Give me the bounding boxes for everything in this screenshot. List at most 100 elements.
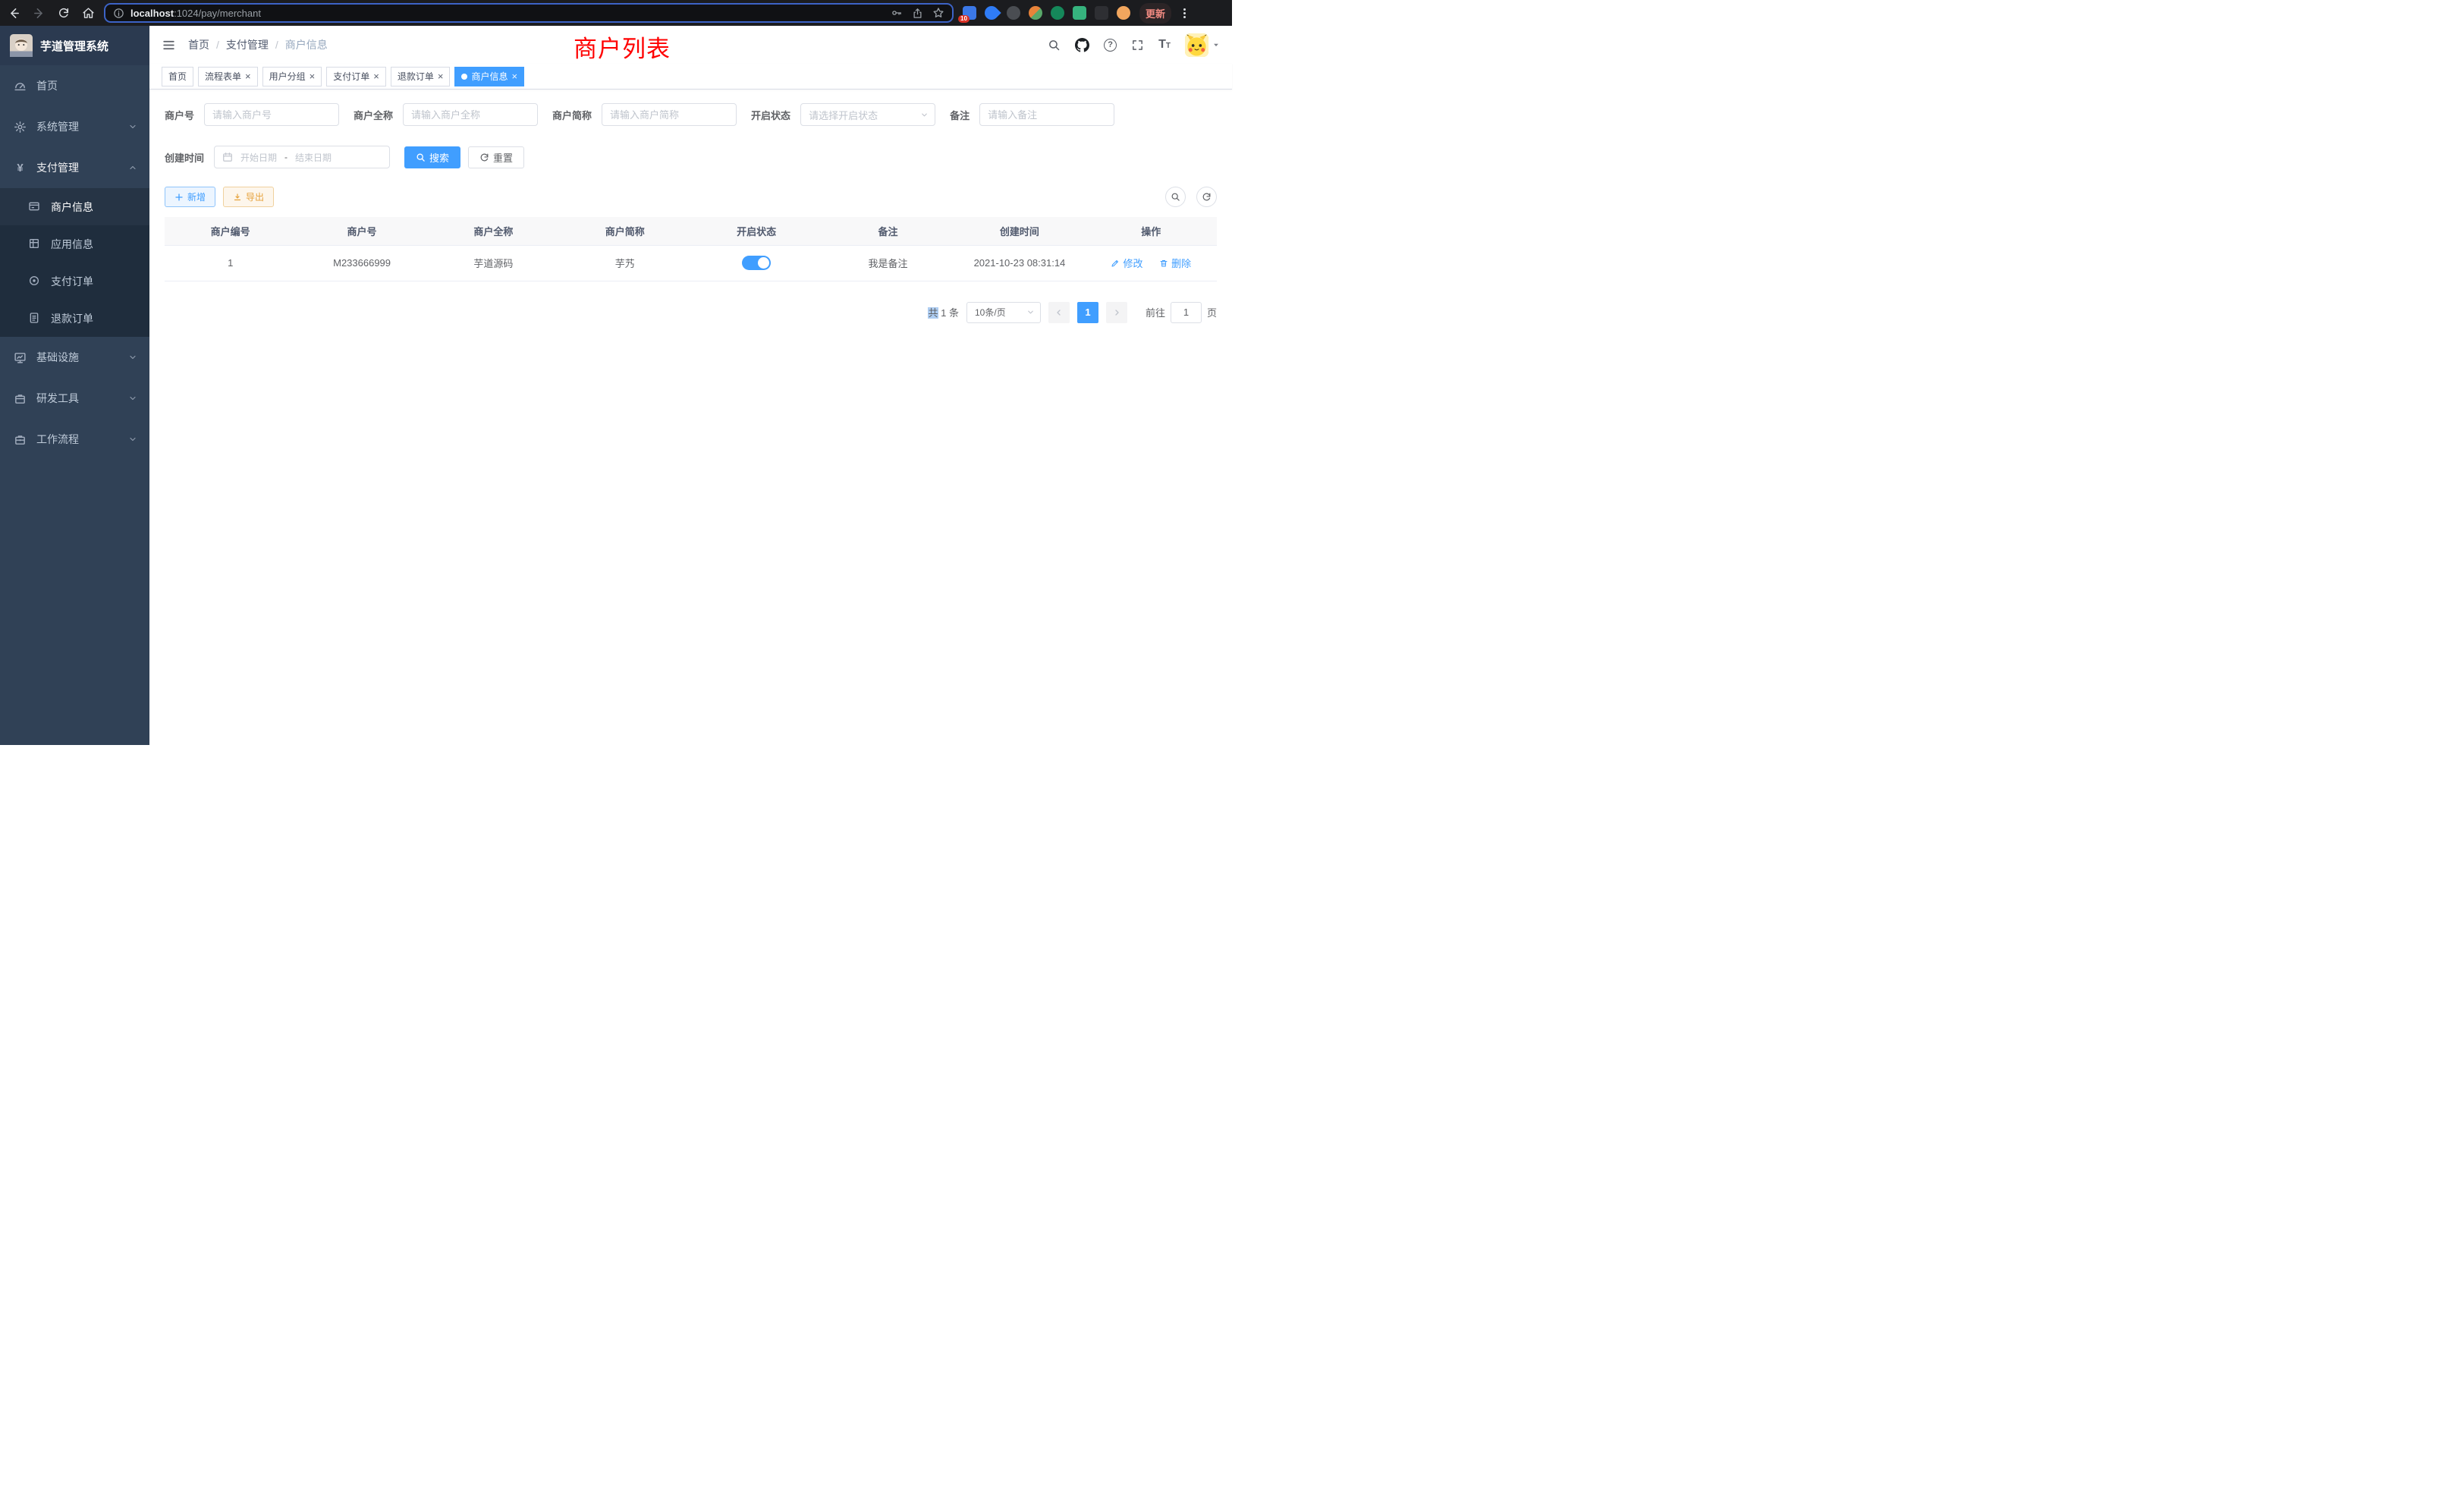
pin-extension-icon[interactable]: [1095, 6, 1108, 20]
pay-submenu: 商户信息 应用信息 支付订单: [0, 188, 149, 337]
sidebar-item-pay[interactable]: ¥ 支付管理: [0, 147, 149, 188]
password-key-icon[interactable]: [891, 7, 903, 19]
user-avatar[interactable]: [1185, 33, 1208, 57]
site-info-icon[interactable]: [113, 8, 124, 19]
cell-actions: 修改 删除: [1086, 245, 1217, 281]
share-icon[interactable]: [912, 8, 923, 19]
chevron-down-icon: [128, 122, 137, 131]
bookmark-star-icon[interactable]: [932, 7, 944, 19]
sidebar-item-infra[interactable]: 基础设施: [0, 337, 149, 378]
close-icon[interactable]: ×: [310, 71, 316, 81]
toolbox-icon: [14, 392, 27, 405]
reload-icon[interactable]: [58, 7, 70, 19]
sidebar-item-label: 支付管理: [36, 160, 79, 175]
dark-extension-icon[interactable]: [1007, 6, 1020, 20]
col-create-time: 创建时间: [954, 217, 1085, 245]
next-page-button[interactable]: [1106, 302, 1127, 323]
status-select[interactable]: 请选择开启状态: [800, 103, 935, 126]
sidebar-item-app-info[interactable]: 应用信息: [0, 225, 149, 262]
sidebar-item-workflow[interactable]: 工作流程: [0, 419, 149, 460]
filter-label: 备注: [950, 108, 970, 122]
tab-pay-order[interactable]: 支付订单×: [326, 67, 386, 86]
browser-chrome: localhost:1024/pay/merchant 10 更新: [0, 0, 1232, 26]
sidebar-item-system[interactable]: 系统管理: [0, 106, 149, 147]
sidebar-item-pay-order[interactable]: 支付订单: [0, 262, 149, 300]
browser-menu-icon[interactable]: [1180, 8, 1189, 18]
github-icon[interactable]: [1075, 38, 1089, 52]
goto-page-input[interactable]: [1171, 302, 1202, 323]
breadcrumb: 首页 / 支付管理 / 商户信息: [188, 37, 328, 52]
date-start-placeholder: 开始日期: [240, 151, 277, 164]
page-number-button[interactable]: 1: [1077, 302, 1098, 323]
cell-merchant-no: M233666999: [296, 245, 427, 281]
breadcrumb-home[interactable]: 首页: [188, 37, 209, 52]
raindrop-extension-icon[interactable]: [982, 3, 1001, 22]
tab-home[interactable]: 首页: [162, 67, 193, 86]
sidebar-item-label: 应用信息: [51, 237, 93, 252]
col-actions: 操作: [1086, 217, 1217, 245]
fullscreen-icon[interactable]: [1131, 39, 1144, 52]
card-icon: [28, 200, 41, 213]
main-area: 首页 / 支付管理 / 商户信息 ? TT: [149, 26, 1232, 745]
table-toolbar: 新增 导出: [165, 187, 1217, 207]
green-circle-extension-icon[interactable]: [1051, 6, 1064, 20]
document-icon: [28, 312, 41, 325]
table-row: 1 M233666999 芋道源码 芋艿 我是备注 2021-10-23 08:…: [165, 245, 1217, 281]
sidebar-item-home[interactable]: 首页: [0, 65, 149, 106]
chevron-down-icon: [128, 353, 137, 362]
add-button[interactable]: 新增: [165, 187, 215, 207]
delete-link[interactable]: 删除: [1159, 256, 1191, 270]
edit-link[interactable]: 修改: [1111, 256, 1142, 270]
close-icon[interactable]: ×: [511, 71, 517, 81]
merchant-table: 商户编号 商户号 商户全称 商户简称 开启状态 备注 创建时间 操作 1 M23…: [165, 217, 1217, 281]
gear-icon: [14, 121, 27, 134]
address-bar[interactable]: localhost:1024/pay/merchant: [104, 3, 954, 23]
status-toggle[interactable]: [742, 256, 771, 270]
refresh-icon[interactable]: [1196, 187, 1217, 207]
browser-update-button[interactable]: 更新: [1139, 3, 1171, 24]
prev-page-button[interactable]: [1048, 302, 1070, 323]
search-icon[interactable]: [1048, 39, 1061, 52]
chevron-down-icon: [128, 394, 137, 403]
sidebar-logo[interactable]: 芋道管理系统: [0, 26, 149, 65]
remark-input[interactable]: [979, 103, 1114, 126]
export-button[interactable]: 导出: [223, 187, 274, 207]
notes-extension-icon[interactable]: [1073, 6, 1086, 20]
toggle-search-icon[interactable]: [1165, 187, 1186, 207]
home-icon[interactable]: [82, 7, 95, 20]
table-header-row: 商户编号 商户号 商户全称 商户简称 开启状态 备注 创建时间 操作: [165, 217, 1217, 245]
extension-badge: 10: [958, 15, 970, 23]
sidebar-item-devtools[interactable]: 研发工具: [0, 378, 149, 419]
tab-refund-order[interactable]: 退款订单×: [391, 67, 451, 86]
user-menu[interactable]: [1185, 33, 1220, 57]
sidebar-item-label: 支付订单: [51, 274, 93, 289]
tab-merchant-info[interactable]: 商户信息×: [454, 67, 524, 86]
tab-user-group[interactable]: 用户分组×: [262, 67, 322, 86]
search-button[interactable]: 搜索: [404, 146, 460, 168]
sidebar-item-label: 首页: [36, 78, 58, 93]
close-icon[interactable]: ×: [373, 71, 379, 81]
help-icon[interactable]: ?: [1104, 39, 1117, 52]
sidebar-item-refund-order[interactable]: 退款订单: [0, 300, 149, 337]
close-icon[interactable]: ×: [245, 71, 251, 81]
breadcrumb-pay[interactable]: 支付管理: [226, 37, 269, 52]
profile-extension-icon[interactable]: [1117, 6, 1130, 20]
hamburger-icon[interactable]: [162, 38, 176, 52]
font-size-icon[interactable]: TT: [1158, 38, 1171, 52]
forward-icon[interactable]: [33, 7, 46, 20]
back-icon[interactable]: [8, 7, 20, 20]
full-name-input[interactable]: [403, 103, 538, 126]
reset-button[interactable]: 重置: [468, 146, 524, 168]
short-name-input[interactable]: [602, 103, 737, 126]
avatar-extension-icon[interactable]: [1029, 6, 1042, 20]
sidebar-item-merchant-info[interactable]: 商户信息: [0, 188, 149, 225]
merchant-no-input[interactable]: [204, 103, 339, 126]
filter-row-1: 商户号 商户全称 商户简称 开启状态 请选择开启状态: [165, 103, 1217, 126]
tab-process-form[interactable]: 流程表单×: [198, 67, 258, 86]
topbar: 首页 / 支付管理 / 商户信息 ? TT: [149, 26, 1232, 64]
close-icon[interactable]: ×: [438, 71, 444, 81]
extension-grid-icon[interactable]: 10: [963, 6, 976, 20]
page-size-select[interactable]: 10条/页: [966, 302, 1041, 323]
date-range-picker[interactable]: 开始日期 - 结束日期: [214, 146, 390, 168]
col-short-name: 商户简称: [559, 217, 690, 245]
